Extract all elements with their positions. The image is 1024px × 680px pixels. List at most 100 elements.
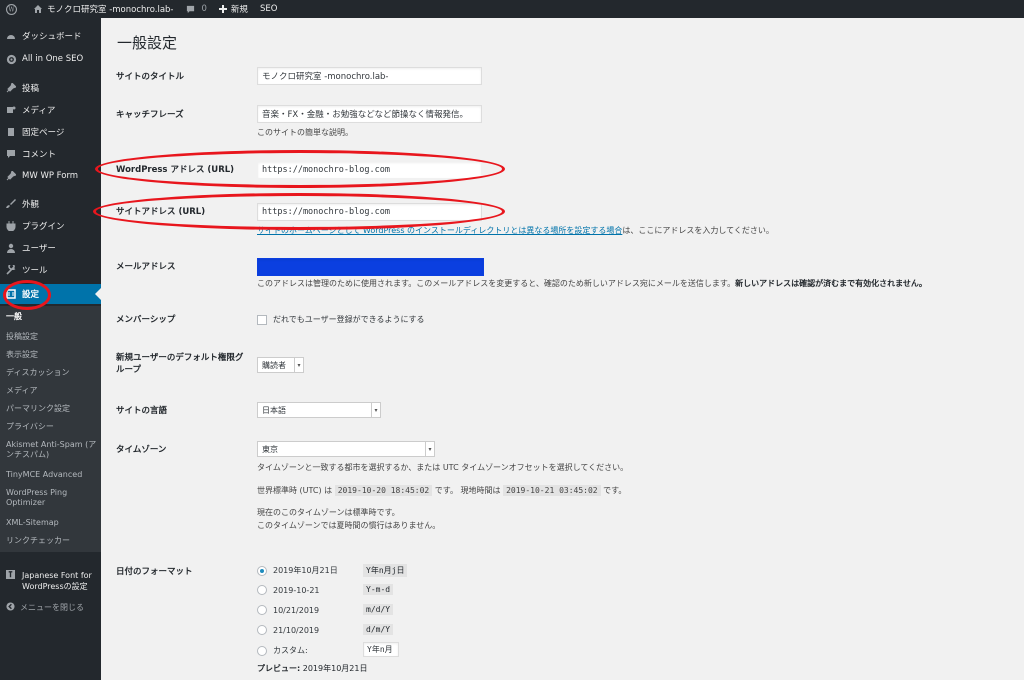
custom-date-format-input[interactable]: Y年n月 xyxy=(363,642,399,657)
date-format-option-label: 21/10/2019 xyxy=(273,625,320,635)
date-format-option[interactable]: 2019-10-21 xyxy=(257,585,320,595)
site-title-label: サイトのタイトル xyxy=(116,72,185,82)
sidebar-item-tools[interactable]: ツール xyxy=(0,260,101,280)
sidebar-item-mw-wp-form[interactable]: MW WP Form xyxy=(0,166,101,186)
collapse-label: メニューを閉じる xyxy=(20,603,84,612)
dropdown-arrow-icon: ▾ xyxy=(371,403,380,417)
sidebar-item-plugins[interactable]: プラグイン xyxy=(0,216,101,236)
comments-link[interactable]: 0 xyxy=(180,0,213,18)
new-label: 新規 xyxy=(230,5,248,15)
preview-value: 2019年10月21日 xyxy=(302,664,368,673)
admin-bar: W モノクロ研究室 -monochro.lab- 0 新規 SEO xyxy=(0,0,1024,18)
date-format-option-custom[interactable]: カスタム: xyxy=(257,645,308,656)
sidebar-item-pages[interactable]: 固定ページ xyxy=(0,122,101,142)
sidebar-item-japanese-font[interactable]: Japanese Font for WordPressの設定 xyxy=(6,570,100,592)
comment-icon xyxy=(0,149,22,159)
wp-logo-menu[interactable]: W xyxy=(0,0,27,18)
radio-button[interactable] xyxy=(257,585,267,595)
sidebar-item-comments[interactable]: コメント xyxy=(0,144,101,164)
sidebar-item-posts[interactable]: 投稿 xyxy=(0,78,101,98)
site-title-input[interactable]: モノクロ研究室 -monochro.lab- xyxy=(257,67,482,85)
submenu-akismet[interactable]: Akismet Anti-Spam (アンチスパム) xyxy=(6,440,100,460)
site-address-description-text: は、ここにアドレスを入力してください。 xyxy=(622,226,774,235)
wordpress-icon: W xyxy=(6,3,17,15)
date-format-label: 日付のフォーマット xyxy=(116,567,193,577)
collapse-menu-button[interactable]: メニューを閉じる xyxy=(6,602,84,613)
utc-label: 世界標準時 (UTC) は xyxy=(257,486,333,495)
seo-label: SEO xyxy=(259,4,278,14)
radio-button[interactable] xyxy=(257,645,267,656)
submenu-general[interactable]: 一般 xyxy=(6,312,100,322)
svg-text:W: W xyxy=(8,6,15,13)
sidebar-item-media[interactable]: メディア xyxy=(0,100,101,120)
language-select[interactable]: 日本語 ▾ xyxy=(257,402,381,418)
sidebar-item-users[interactable]: ユーザー xyxy=(0,238,101,258)
sidebar-item-label: ダッシュボード xyxy=(22,32,82,42)
language-value: 日本語 xyxy=(262,405,286,415)
new-content-link[interactable]: 新規 xyxy=(213,0,254,18)
sidebar-item-all-in-one-seo[interactable]: All in One SEO xyxy=(0,49,101,69)
date-format-code: d/m/Y xyxy=(363,624,394,635)
timezone-select[interactable]: 東京 ▾ xyxy=(257,441,435,457)
dst-description: このタイムゾーンでは夏時間の慣行はありません。 xyxy=(257,521,441,530)
membership-checkbox-label[interactable]: だれでもユーザー登録ができるようにする xyxy=(273,314,425,326)
sidebar-item-label: 固定ページ xyxy=(22,128,65,138)
submenu-permalinks[interactable]: パーマリンク設定 xyxy=(6,404,100,414)
default-role-select[interactable]: 購読者 ▾ xyxy=(257,357,304,373)
sidebar-item-dashboard[interactable]: ダッシュボード xyxy=(0,26,101,46)
site-name: モノクロ研究室 -monochro.lab- xyxy=(47,5,174,15)
submenu-ping-optimizer[interactable]: WordPress Ping Optimizer xyxy=(6,488,100,508)
timezone-value: 東京 xyxy=(262,444,278,454)
local-time-suffix: です。 xyxy=(603,486,627,495)
sidebar-item-label: ツール xyxy=(22,266,48,276)
utc-time-value: 2019-10-20 18:45:02 xyxy=(334,485,433,496)
email-input-redacted[interactable] xyxy=(257,258,484,276)
dropdown-arrow-icon: ▾ xyxy=(294,358,303,372)
dashboard-icon xyxy=(0,31,22,41)
seo-link[interactable]: SEO xyxy=(254,0,283,18)
sidebar-item-appearance[interactable]: 外観 xyxy=(0,194,101,214)
email-description-bold: 新しいアドレスは確認が済むまで有効化されません。 xyxy=(735,279,927,288)
sidebar-item-label: 外観 xyxy=(22,200,40,210)
submenu-privacy[interactable]: プライバシー xyxy=(6,422,100,432)
submenu-writing[interactable]: 投稿設定 xyxy=(6,332,100,342)
radio-button[interactable] xyxy=(257,625,267,635)
sidebar-item-label: プラグイン xyxy=(22,222,65,232)
date-format-option[interactable]: 10/21/2019 xyxy=(257,605,319,615)
email-description-text: このアドレスは管理のために使用されます。このメールアドレスを変更すると、確認のた… xyxy=(257,279,736,288)
plus-icon xyxy=(218,5,227,13)
site-name-link[interactable]: モノクロ研究室 -monochro.lab- xyxy=(27,0,180,18)
dropdown-arrow-icon: ▾ xyxy=(425,442,434,456)
standard-time-description: 現在のこのタイムゾーンは標準時です。 xyxy=(257,508,400,517)
timezone-label: タイムゾーン xyxy=(116,445,167,455)
annotation-circle-wp-address xyxy=(95,150,505,188)
submenu-reading[interactable]: 表示設定 xyxy=(6,350,100,360)
pin-icon xyxy=(0,171,22,181)
submenu-link-checker[interactable]: リンクチェッカー xyxy=(6,536,100,546)
home-icon xyxy=(34,5,42,13)
date-format-code: Y-m-d xyxy=(363,584,394,595)
radio-button[interactable] xyxy=(257,605,267,615)
date-format-option[interactable]: 21/10/2019 xyxy=(257,625,319,635)
submenu-tinymce[interactable]: TinyMCE Advanced xyxy=(6,470,100,480)
date-format-option[interactable]: 2019年10月21日 xyxy=(257,565,338,576)
sidebar-item-label: コメント xyxy=(22,150,57,160)
submenu-xml-sitemap[interactable]: XML-Sitemap xyxy=(6,518,100,528)
tagline-input[interactable]: 音楽・FX・金融・お勉強などなど節操なく情報発信。 xyxy=(257,105,482,123)
preview-label: プレビュー: xyxy=(257,664,301,673)
submenu-media[interactable]: メディア xyxy=(6,386,100,396)
local-time-label: です。 現地時間は xyxy=(434,486,501,495)
collapse-arrow-icon xyxy=(6,602,15,613)
page-title: 一般設定 xyxy=(117,34,178,52)
sidebar-item-label: MW WP Form xyxy=(22,171,79,181)
sidebar-item-label: 投稿 xyxy=(22,84,40,94)
user-icon xyxy=(0,243,22,253)
plugin-icon xyxy=(0,221,22,231)
pin-icon xyxy=(0,83,22,93)
date-format-option-label: カスタム: xyxy=(273,646,308,655)
date-format-code: Y年n月j日 xyxy=(363,564,408,577)
submenu-discussion[interactable]: ディスカッション xyxy=(6,368,100,378)
sidebar-item-label: Japanese Font for WordPressの設定 xyxy=(22,571,92,591)
membership-checkbox[interactable] xyxy=(257,315,267,325)
radio-button[interactable] xyxy=(257,565,267,576)
